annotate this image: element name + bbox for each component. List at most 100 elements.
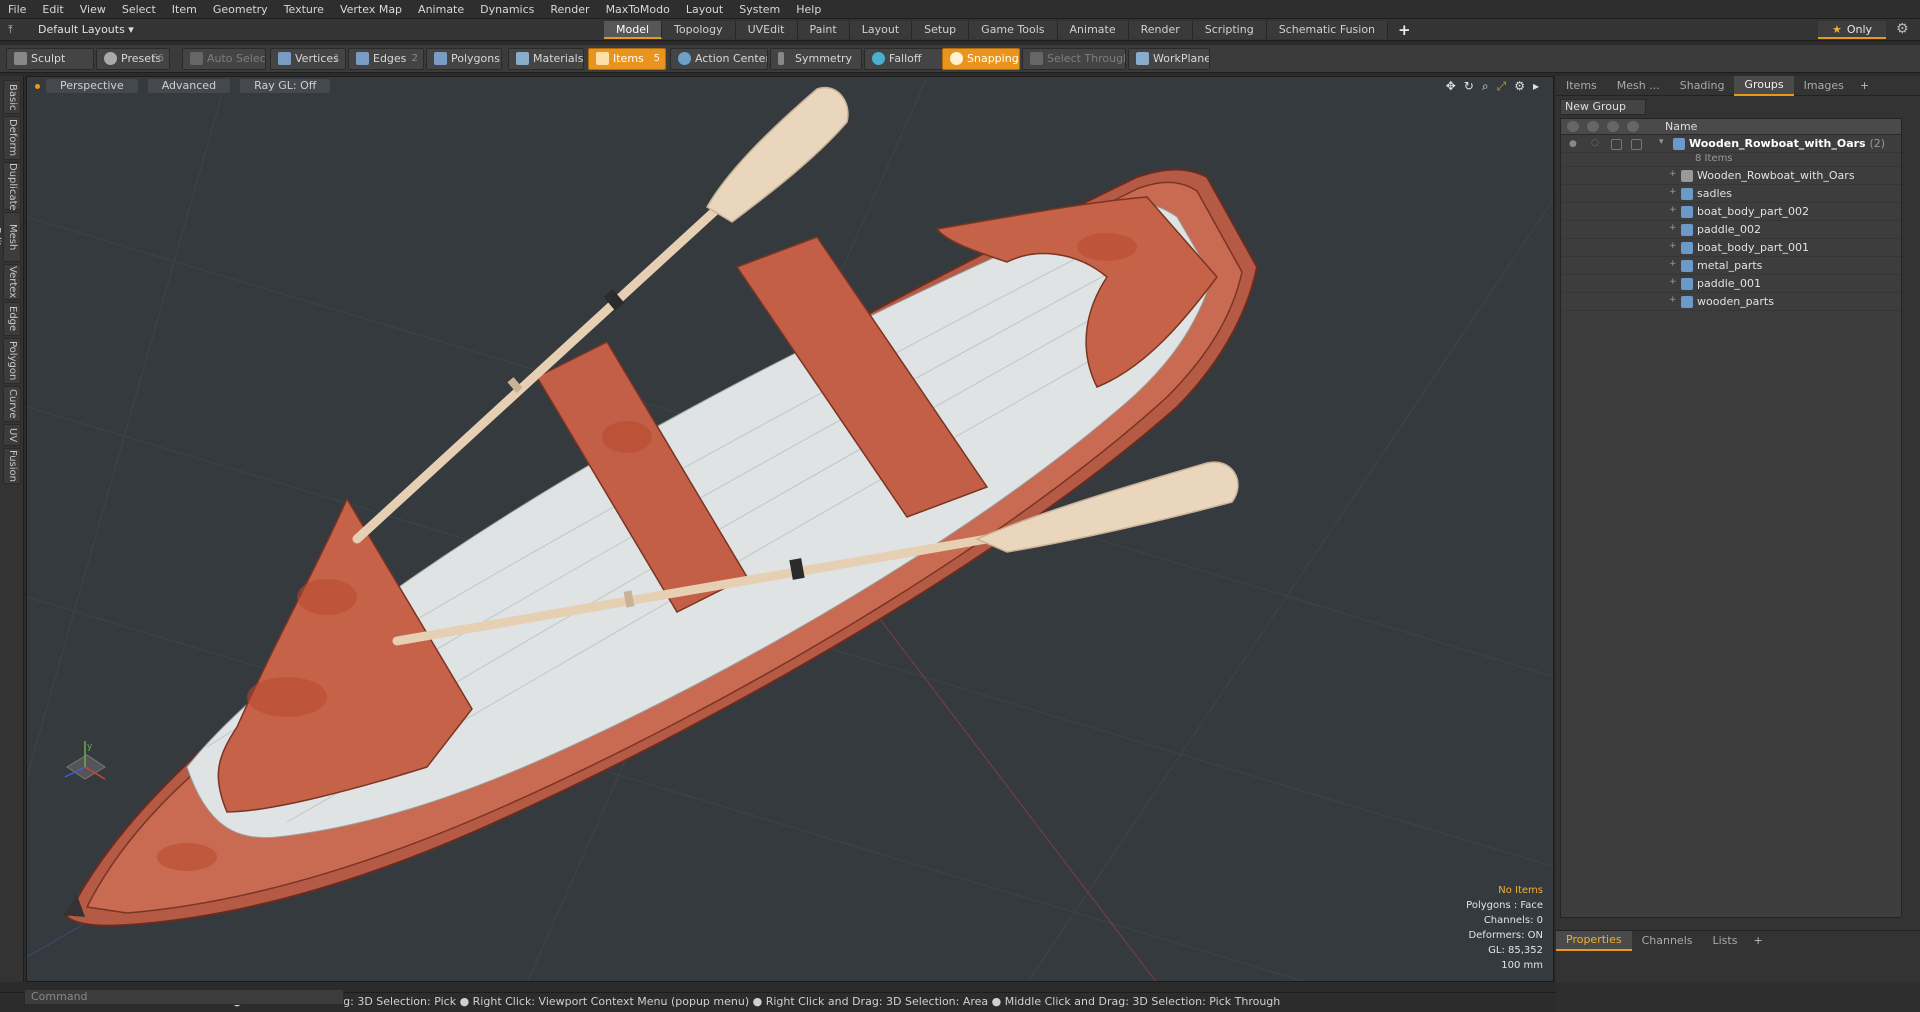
polygons-button[interactable]: Polygons [426, 48, 502, 70]
view-type-dropdown[interactable]: Perspective [46, 79, 138, 93]
items-button[interactable]: Items 5 [588, 48, 666, 70]
menu-maxtomodo[interactable]: MaxToModo [598, 0, 678, 19]
tab-layout[interactable]: Layout [849, 21, 913, 39]
panel-tab-images[interactable]: Images [1794, 77, 1854, 95]
side-tab-polygon[interactable]: Polygon [3, 338, 21, 384]
tab-scripting[interactable]: Scripting [1192, 21, 1267, 39]
sculpt-button[interactable]: Sculpt [6, 48, 94, 70]
select-column-icon[interactable] [1627, 121, 1639, 132]
viewport-settings-icon[interactable]: ⚙ [1514, 79, 1525, 94]
menu-dynamics[interactable]: Dynamics [472, 0, 542, 19]
action-center-button[interactable]: Action Center [670, 48, 768, 70]
side-tab-vertex[interactable]: Vertex [3, 264, 21, 300]
menu-layout[interactable]: Layout [678, 0, 731, 19]
menu-render[interactable]: Render [542, 0, 597, 19]
tab-uvedit[interactable]: UVEdit [735, 21, 798, 39]
3d-viewport[interactable]: y Perspective Advanced Ray GL: Off ✥ ↻ ⌕… [26, 76, 1554, 982]
shading-dropdown[interactable]: Advanced [147, 79, 231, 93]
render-column-icon[interactable] [1587, 121, 1599, 132]
panel-tab-shading[interactable]: Shading [1670, 77, 1735, 95]
menu-edit[interactable]: Edit [34, 0, 71, 19]
tab-render[interactable]: Render [1128, 21, 1193, 39]
symmetry-button[interactable]: Symmetry [770, 48, 862, 70]
tab-paint[interactable]: Paint [797, 21, 850, 39]
expand-icon[interactable]: + [1669, 277, 1677, 287]
menu-select[interactable]: Select [114, 0, 164, 19]
menu-file[interactable]: File [0, 0, 34, 19]
bottom-tab-lists[interactable]: Lists [1703, 932, 1748, 950]
menu-view[interactable]: View [72, 0, 114, 19]
new-group-button[interactable]: New Group [1560, 99, 1646, 115]
tree-row[interactable]: + Wooden_Rowboat_with_Oars [1561, 167, 1901, 185]
presets-button[interactable]: Presets F6 [96, 48, 170, 70]
command-input[interactable]: Command [24, 989, 344, 1005]
side-tab-duplicate[interactable]: Duplicate [3, 162, 21, 211]
add-bottom-tab-icon[interactable]: + [1747, 934, 1768, 947]
expand-icon[interactable]: + [1669, 169, 1677, 179]
rotate-view-icon[interactable]: ↻ [1464, 79, 1474, 94]
tree-row[interactable]: + sadles [1561, 185, 1901, 203]
panel-tab-items[interactable]: Items [1556, 77, 1607, 95]
collapse-icon[interactable]: ▾ [1659, 137, 1664, 147]
move-view-icon[interactable]: ✥ [1446, 79, 1456, 94]
select-through-button[interactable]: Select Through [1022, 48, 1126, 70]
panel-tab-mesh[interactable]: Mesh ... [1607, 77, 1670, 95]
tree-row[interactable]: + boat_body_part_002 [1561, 203, 1901, 221]
tree-row[interactable]: + wooden_parts [1561, 293, 1901, 311]
tab-model[interactable]: Model [604, 21, 663, 39]
bottom-tab-properties[interactable]: Properties [1556, 930, 1632, 951]
edges-button[interactable]: Edges 2 [348, 48, 424, 70]
raygl-toggle[interactable]: Ray GL: Off [240, 79, 331, 93]
tab-game-tools[interactable]: Game Tools [969, 21, 1058, 39]
vertices-button[interactable]: Vertices 1 [270, 48, 346, 70]
expand-icon[interactable]: + [1669, 241, 1677, 251]
tab-topology[interactable]: Topology [662, 21, 736, 39]
menu-texture[interactable]: Texture [276, 0, 332, 19]
render-icon[interactable]: ◌ [1591, 138, 1601, 148]
side-tab-mesh-edit[interactable]: Mesh Edit [0, 212, 21, 262]
panel-tab-groups[interactable]: Groups [1734, 75, 1794, 96]
snapping-button[interactable]: Snapping [942, 48, 1020, 70]
menu-item[interactable]: Item [164, 0, 205, 19]
visibility-column-icon[interactable] [1567, 121, 1579, 132]
fit-view-icon[interactable]: ⤢ [1497, 79, 1507, 94]
side-tab-curve[interactable]: Curve [3, 386, 21, 422]
side-tab-deform[interactable]: Deform [3, 116, 21, 160]
tree-row[interactable]: + paddle_001 [1561, 275, 1901, 293]
name-column-header[interactable]: Name [1665, 120, 1697, 133]
side-tab-fusion[interactable]: Fusion [3, 448, 21, 484]
side-tab-basic[interactable]: Basic [3, 80, 21, 114]
workplane-button[interactable]: WorkPlane [1128, 48, 1210, 70]
menu-system[interactable]: System [731, 0, 788, 19]
select-checkbox[interactable] [1631, 139, 1642, 150]
lock-column-icon[interactable] [1607, 121, 1619, 132]
tab-setup[interactable]: Setup [912, 21, 970, 39]
side-tab-uv[interactable]: UV [3, 424, 21, 446]
layout-selector[interactable]: Default Layouts ▾ [30, 22, 142, 38]
add-tab-icon[interactable]: + [1388, 21, 1421, 39]
tree-row-root[interactable]: ● ◌ ▾ Wooden_Rowboat_with_Oars (2) [1561, 135, 1901, 153]
only-button[interactable]: ★ Only [1818, 21, 1886, 39]
expand-icon[interactable]: + [1669, 205, 1677, 215]
zoom-view-icon[interactable]: ⌕ [1482, 79, 1489, 94]
menu-geometry[interactable]: Geometry [205, 0, 276, 19]
lock-checkbox[interactable] [1611, 139, 1622, 150]
materials-button[interactable]: Materials [508, 48, 584, 70]
add-panel-tab-icon[interactable]: + [1854, 79, 1875, 92]
falloff-button[interactable]: Falloff [864, 48, 946, 70]
tab-animate[interactable]: Animate [1057, 21, 1129, 39]
menu-help[interactable]: Help [788, 0, 829, 19]
menu-animate[interactable]: Animate [410, 0, 472, 19]
auto-select-button[interactable]: Auto Select [182, 48, 266, 70]
expand-icon[interactable]: + [1669, 295, 1677, 305]
expand-icon[interactable]: + [1669, 187, 1677, 197]
tree-row[interactable]: + metal_parts [1561, 257, 1901, 275]
layout-pin-icon[interactable]: ⤒ [8, 23, 13, 37]
side-tab-edge[interactable]: Edge [3, 302, 21, 336]
tree-row[interactable]: + boat_body_part_001 [1561, 239, 1901, 257]
gear-icon[interactable]: ⚙ [1896, 21, 1909, 37]
bottom-tab-channels[interactable]: Channels [1632, 932, 1703, 950]
expand-icon[interactable]: + [1669, 223, 1677, 233]
expand-icon[interactable]: + [1669, 259, 1677, 269]
eye-icon[interactable]: ● [1569, 139, 1579, 149]
